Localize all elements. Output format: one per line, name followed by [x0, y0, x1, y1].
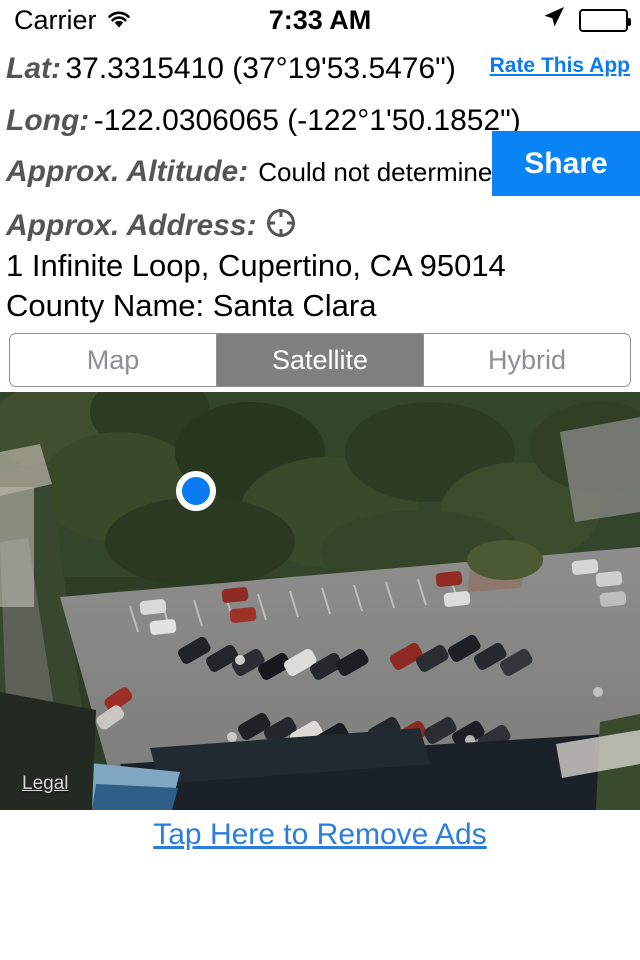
altitude-row: Approx. Altitude: Could not determine	[6, 155, 492, 189]
segment-hybrid[interactable]: Hybrid	[423, 334, 630, 386]
latitude-label: Lat:	[6, 52, 61, 85]
location-arrow-icon	[541, 4, 567, 37]
county-text: County Name: Santa Clara	[6, 288, 377, 323]
segment-satellite[interactable]: Satellite	[216, 334, 423, 386]
segment-map[interactable]: Map	[10, 334, 216, 386]
map-view[interactable]: Legal	[0, 392, 640, 810]
address-label: Approx. Address:	[6, 208, 257, 242]
remove-ads-link[interactable]: Tap Here to Remove Ads	[0, 818, 640, 852]
longitude-value: -122.0306065 (-122°1'50.1852")	[93, 104, 521, 137]
status-bar: Carrier 7:33 AM	[0, 0, 640, 40]
share-button[interactable]: Share	[492, 131, 640, 196]
crosshair-icon[interactable]	[265, 207, 297, 244]
address-value: 1 Infinite Loop, Cupertino, CA 95014	[6, 248, 506, 284]
legal-link[interactable]: Legal	[22, 773, 69, 795]
address-text: 1 Infinite Loop, Cupertino, CA 95014	[6, 248, 506, 283]
app-screen: Carrier 7:33 AM Lat: 37.3315410 (37°19'5…	[0, 0, 640, 960]
latitude-value: 37.3315410 (37°19'53.5476")	[65, 52, 456, 85]
map-type-segmented-control[interactable]: Map Satellite Hybrid	[9, 333, 631, 387]
satellite-imagery	[0, 392, 640, 810]
longitude-label: Long:	[6, 104, 90, 137]
altitude-value: Could not determine	[258, 157, 493, 187]
status-bar-right	[541, 4, 631, 37]
battery-full-icon	[579, 8, 631, 32]
longitude-row: Long: -122.0306065 (-122°1'50.1852")	[6, 104, 521, 138]
latitude-row: Lat: 37.3315410 (37°19'53.5476")	[6, 52, 456, 86]
rate-this-app-link[interactable]: Rate This App	[490, 54, 630, 78]
current-location-dot	[176, 471, 216, 511]
address-label-row: Approx. Address:	[6, 207, 297, 244]
county-row: County Name: Santa Clara	[6, 288, 376, 324]
altitude-label: Approx. Altitude:	[6, 155, 249, 188]
